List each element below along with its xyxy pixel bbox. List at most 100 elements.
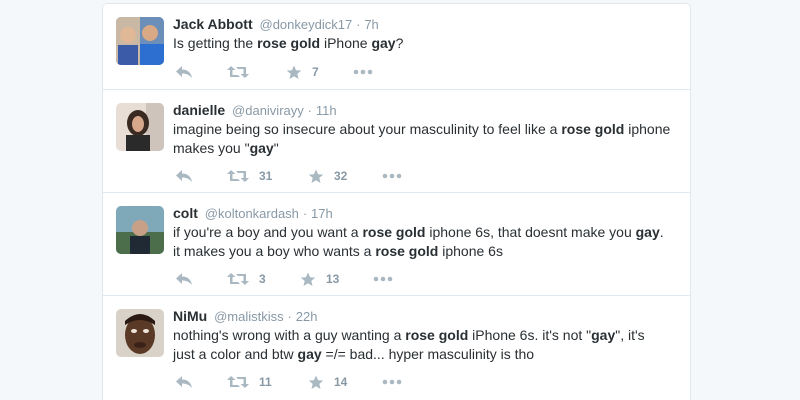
- retweet-icon: [227, 272, 249, 286]
- highlighted-keyword: gay: [371, 35, 396, 51]
- retweet-button[interactable]: [227, 63, 259, 81]
- highlighted-keyword: rose gold: [405, 327, 469, 343]
- tweet-text-segment: imagine being so insecure about your mas…: [173, 121, 562, 137]
- reply-button[interactable]: [175, 373, 193, 391]
- tweet-author-name[interactable]: danielle: [173, 102, 225, 118]
- tweet-timestamp[interactable]: 17h: [311, 206, 333, 221]
- highlighted-keyword: rose gold: [362, 224, 426, 240]
- tweet-text-segment: iphone 6s: [438, 243, 503, 259]
- tweet-text-segment: =/= bad... hyper masculinity is tho: [321, 346, 535, 362]
- tweet-timeline: Jack Abbott @donkeydick17 · 7h Is gettin…: [102, 3, 691, 400]
- tweet-timestamp[interactable]: 22h: [296, 309, 318, 324]
- tweet-text-line: if you're a boy and you want a rose gold…: [173, 223, 678, 242]
- tweet-text-segment: if you're a boy and you want a: [173, 224, 363, 240]
- tweet-text-line: nothing's wrong with a guy wanting a ros…: [173, 326, 678, 345]
- tweet-author-name[interactable]: Jack Abbott: [173, 16, 253, 32]
- tweet[interactable]: danielle @danivirayy · 11h imagine being…: [103, 90, 690, 193]
- tweet-text-line: Is getting the rose gold iPhone gay?: [173, 34, 678, 53]
- star-icon: [308, 375, 324, 390]
- retweet-button[interactable]: 11: [227, 373, 272, 391]
- highlighted-keyword: rose gold: [375, 243, 439, 259]
- favorite-count: 32: [334, 169, 348, 183]
- avatar[interactable]: [116, 17, 164, 65]
- tweet-text-segment: just a color and btw: [173, 346, 298, 362]
- tweet-text-segment: iphone: [624, 121, 671, 137]
- more-button[interactable]: [353, 63, 373, 81]
- tweet-text-segment: Is getting the: [173, 35, 258, 51]
- more-button[interactable]: [373, 270, 393, 288]
- retweet-count: 31: [259, 169, 273, 183]
- tweet-text-segment: iPhone 6s. it's not ": [468, 327, 592, 343]
- star-icon: [308, 169, 324, 184]
- reply-icon: [175, 272, 193, 286]
- tweet-author-handle[interactable]: @donkeydick17: [260, 17, 353, 32]
- tweet-timestamp[interactable]: 11h: [316, 103, 337, 118]
- favorite-count: 13: [326, 272, 340, 286]
- highlighted-keyword: rose gold: [257, 35, 321, 51]
- separator-dot: ·: [356, 17, 361, 32]
- tweet-text: Is getting the rose gold iPhone gay?: [173, 34, 678, 53]
- highlighted-keyword: gay: [297, 346, 322, 362]
- tweet-timestamp[interactable]: 7h: [364, 17, 378, 32]
- retweet-icon: [227, 375, 249, 389]
- reply-button[interactable]: [175, 63, 193, 81]
- more-button[interactable]: [382, 373, 402, 391]
- favorite-count: 14: [334, 375, 348, 389]
- favorite-button[interactable]: 7: [286, 63, 319, 81]
- tweet[interactable]: NiMu @malistkiss · 22h nothing's wrong w…: [103, 296, 690, 400]
- avatar[interactable]: [116, 103, 164, 151]
- more-icon: [353, 69, 373, 75]
- retweet-icon: [227, 169, 249, 183]
- avatar[interactable]: [116, 206, 164, 254]
- separator-dot: ·: [302, 206, 308, 221]
- more-icon: [382, 173, 402, 179]
- retweet-count: 11: [259, 375, 272, 389]
- highlighted-keyword: rose gold: [561, 121, 625, 137]
- tweet[interactable]: colt @koltonkardash · 17h if you're a bo…: [103, 193, 690, 296]
- tweet-text-segment: iphone 6s, that doesnt make you: [425, 224, 636, 240]
- avatar[interactable]: [116, 309, 164, 357]
- tweet[interactable]: Jack Abbott @donkeydick17 · 7h Is gettin…: [103, 4, 690, 90]
- tweet-text-segment: nothing's wrong with a guy wanting a: [173, 327, 406, 343]
- tweet-text: nothing's wrong with a guy wanting a ros…: [173, 326, 678, 364]
- favorite-count: 7: [312, 65, 319, 79]
- retweet-icon: [227, 65, 249, 79]
- tweet-text-segment: makes you ": [173, 140, 250, 156]
- favorite-button[interactable]: 13: [300, 270, 339, 288]
- tweet-author-handle[interactable]: @danivirayy: [232, 103, 304, 118]
- tweet-actions: 7: [175, 63, 435, 81]
- tweet-text-segment: ": [273, 140, 279, 156]
- more-icon: [373, 276, 393, 282]
- tweet-author-handle[interactable]: @koltonkardash: [205, 206, 299, 221]
- more-button[interactable]: [382, 167, 402, 185]
- reply-button[interactable]: [175, 167, 193, 185]
- tweet-text-segment: iPhone: [320, 35, 372, 51]
- tweet-author-handle[interactable]: @malistkiss: [214, 309, 284, 324]
- tweet-text-line: it makes you a boy who wants a rose gold…: [173, 242, 678, 261]
- tweet-text-segment: ?: [395, 35, 404, 51]
- highlighted-keyword: gay: [249, 140, 274, 156]
- star-icon: [300, 272, 316, 287]
- tweet-text-segment: .: [659, 224, 664, 240]
- tweet-text-segment: ", it's: [615, 327, 645, 343]
- retweet-count: 3: [259, 272, 266, 286]
- retweet-button[interactable]: 31: [227, 167, 272, 185]
- retweet-button[interactable]: 3: [227, 270, 266, 288]
- separator-dot: ·: [287, 309, 292, 324]
- tweet-author-name[interactable]: NiMu: [173, 308, 207, 324]
- tweet-actions: 31 32: [175, 167, 435, 185]
- reply-button[interactable]: [175, 270, 193, 288]
- highlighted-keyword: gay: [635, 224, 660, 240]
- star-icon: [286, 65, 302, 80]
- tweet-actions: 3 13: [175, 270, 435, 288]
- tweet-text-line: makes you "gay": [173, 139, 678, 158]
- separator-dot: ·: [307, 103, 312, 118]
- favorite-button[interactable]: 14: [308, 373, 347, 391]
- tweet-text: if you're a boy and you want a rose gold…: [173, 223, 678, 261]
- reply-icon: [175, 375, 193, 389]
- highlighted-keyword: gay: [591, 327, 616, 343]
- tweet-text-segment: it makes you a boy who wants a: [173, 243, 376, 259]
- favorite-button[interactable]: 32: [308, 167, 347, 185]
- tweet-author-name[interactable]: colt: [173, 205, 198, 221]
- reply-icon: [175, 65, 193, 79]
